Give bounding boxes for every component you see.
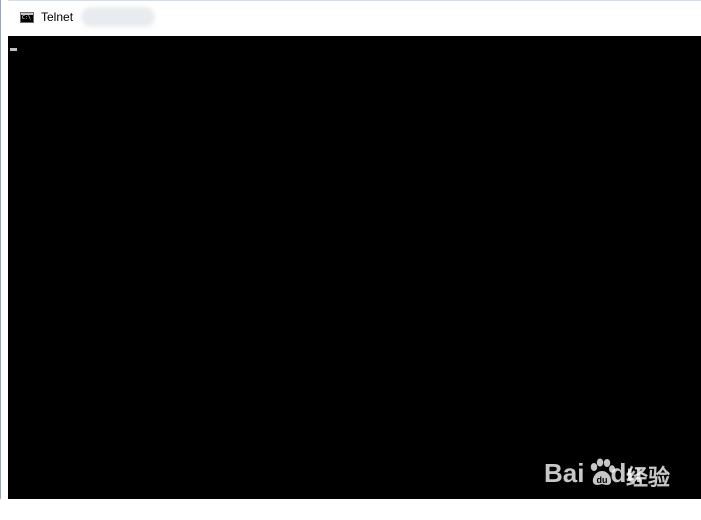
text-cursor <box>10 48 17 51</box>
console-area[interactable]: Bai du du 经验 jingyan.baidu.com <box>8 36 701 516</box>
redacted-host <box>81 7 155 27</box>
svg-text:du: du <box>597 475 608 485</box>
console-icon[interactable]: C:\ <box>20 12 34 23</box>
console-icon-glyph: C:\ <box>22 15 32 21</box>
title-bar[interactable]: C:\ Telnet <box>8 0 701 36</box>
telnet-window: C:\ Telnet Bai du du 经验 jingyan.baidu.com <box>0 0 701 516</box>
watermark-brand-left: Bai <box>544 458 585 488</box>
window-title: Telnet <box>41 10 74 24</box>
watermark-url: jingyan.baidu.com <box>545 500 658 516</box>
watermark-brand-cn: 经验 <box>626 466 671 491</box>
title-bar-border <box>8 0 701 1</box>
baidu-watermark: Bai du du 经验 jingyan.baidu.com <box>538 456 698 520</box>
paw-icon: du <box>590 458 615 485</box>
